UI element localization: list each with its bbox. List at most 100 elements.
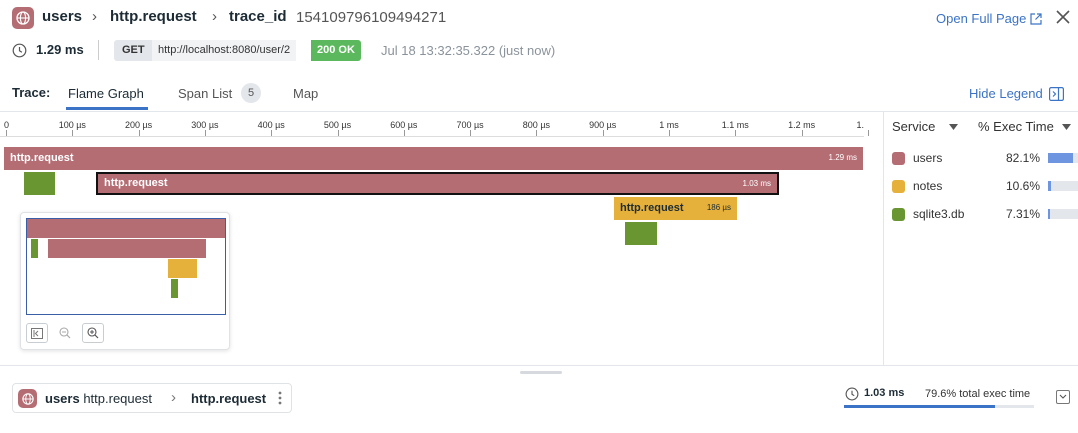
span-name: http.request (104, 177, 168, 189)
legend-swatch-notes (892, 180, 905, 193)
axis-tick-label: 1.2 ms (788, 120, 816, 130)
tab-span-list[interactable]: Span List (178, 86, 232, 101)
axis-tick (403, 130, 405, 136)
span-duration: 1.03 ms (864, 387, 905, 399)
flame-span-root[interactable]: http.request 1.29 ms (4, 147, 863, 170)
hide-legend-label: Hide Legend (969, 86, 1043, 101)
span-count-badge: 5 (241, 83, 261, 103)
header-operation: http.request (110, 8, 197, 25)
axis-tick (536, 130, 538, 136)
span-name: http.request (620, 202, 684, 214)
span-duration: 186 µs (706, 203, 731, 212)
reset-zoom-button[interactable] (26, 323, 48, 343)
chevron-right-icon: › (171, 389, 176, 406)
axis-tick-label: 700 µs (456, 120, 484, 130)
legend-pct-fill (1048, 209, 1051, 219)
legend-swatch-users (892, 152, 905, 165)
breadcrumb-parent[interactable]: users http.request (45, 391, 152, 406)
collapse-panel-icon[interactable] (1056, 390, 1070, 404)
external-link-icon (1030, 12, 1042, 25)
legend-divider (883, 112, 884, 365)
http-method-badge: GET (114, 40, 153, 61)
open-full-page-label: Open Full Page (936, 11, 1027, 26)
flame-span-sqlite[interactable] (625, 222, 657, 245)
axis-tick-label: 900 µs (589, 120, 617, 130)
time-axis-line (0, 136, 864, 137)
axis-tick-label: 800 µs (522, 120, 550, 130)
legend-pct-bar (1048, 153, 1078, 163)
flame-span-sqlite[interactable] (24, 172, 55, 195)
legend-pct-bar (1048, 181, 1078, 191)
axis-tick-label: 1 ms (659, 120, 679, 130)
tabs-border (0, 111, 1078, 112)
legend-service-header[interactable]: Service (892, 119, 959, 134)
axis-tick (337, 130, 339, 136)
tab-flame-graph[interactable]: Flame Graph (68, 86, 144, 101)
legend-exec-label: % Exec Time (978, 119, 1054, 134)
chevron-right-icon: › (92, 8, 97, 25)
hide-legend-button[interactable]: Hide Legend (969, 86, 1064, 101)
span-exec-text: 79.6% total exec time (925, 388, 1031, 400)
minimap-span (168, 259, 197, 278)
bottom-panel-border (0, 365, 1078, 366)
minimap-span (171, 279, 178, 298)
sort-caret-icon (949, 123, 959, 130)
axis-tick-label: 400 µs (257, 120, 285, 130)
trace-tabs-label: Trace: (12, 85, 51, 100)
zoom-in-icon (87, 327, 99, 339)
axis-tick (867, 130, 869, 136)
axis-tick (271, 130, 273, 136)
legend-exec-header[interactable]: % Exec Time (978, 119, 1071, 134)
collapse-panel-icon (1048, 86, 1064, 101)
sort-caret-icon (1061, 123, 1071, 130)
tab-map[interactable]: Map (293, 86, 318, 101)
more-options-icon[interactable] (277, 390, 283, 406)
zoom-out-button[interactable] (54, 323, 76, 343)
minimap-span (31, 239, 38, 258)
status-badge: 200 OK (311, 40, 361, 61)
axis-tick-label: 0 (4, 120, 10, 130)
breadcrumb-current: http.request (191, 391, 267, 406)
flame-span-notes[interactable]: http.request 186 µs (614, 197, 737, 220)
axis-tick-label: 300 µs (191, 120, 219, 130)
axis-tick (72, 130, 74, 136)
axis-tick-label: 1. (856, 120, 864, 130)
close-icon[interactable] (1054, 8, 1072, 26)
span-name: http.request (10, 152, 74, 164)
request-url: http://localhost:8080/user/2 (152, 40, 297, 61)
trace-id-label: trace_id (229, 8, 287, 25)
service-globe-icon (18, 389, 37, 408)
legend-service-label: Service (892, 119, 936, 134)
flame-span-selected[interactable]: http.request 1.03 ms (96, 172, 779, 195)
chevron-right-icon: › (212, 8, 217, 25)
minimap-span (48, 239, 206, 258)
axis-tick (204, 130, 206, 136)
axis-tick (735, 130, 737, 136)
axis-tick (6, 130, 7, 136)
exec-time-fill (844, 405, 996, 408)
resize-handle[interactable] (520, 371, 562, 374)
legend-pct-fill (1048, 153, 1073, 163)
header-service: users (42, 8, 83, 25)
reset-zoom-icon (31, 327, 43, 339)
span-duration: 1.29 ms (828, 153, 857, 162)
open-full-page-link[interactable]: Open Full Page (936, 11, 1042, 26)
minimap-viewport[interactable] (26, 218, 226, 315)
axis-tick-label: 200 µs (124, 120, 153, 130)
axis-tick (602, 130, 604, 136)
breadcrumb-parent-op: http.request (83, 391, 152, 406)
minimap-span (27, 219, 225, 238)
legend-pct: 82.1% (1005, 151, 1040, 165)
zoom-in-button[interactable] (82, 323, 104, 343)
legend-pct: 7.31% (1005, 207, 1040, 221)
active-tab-indicator (66, 107, 148, 110)
clock-icon (12, 43, 27, 58)
legend-pct-fill (1048, 181, 1052, 191)
divider (98, 40, 99, 60)
span-breadcrumb: users http.request › http.request (12, 383, 292, 413)
flame-minimap[interactable] (20, 212, 230, 350)
trace-id-value: 154109796109494271 (296, 9, 447, 26)
axis-tick (138, 130, 140, 136)
legend-swatch-sqlite3 (892, 208, 905, 221)
legend-service-name: users (913, 151, 943, 165)
